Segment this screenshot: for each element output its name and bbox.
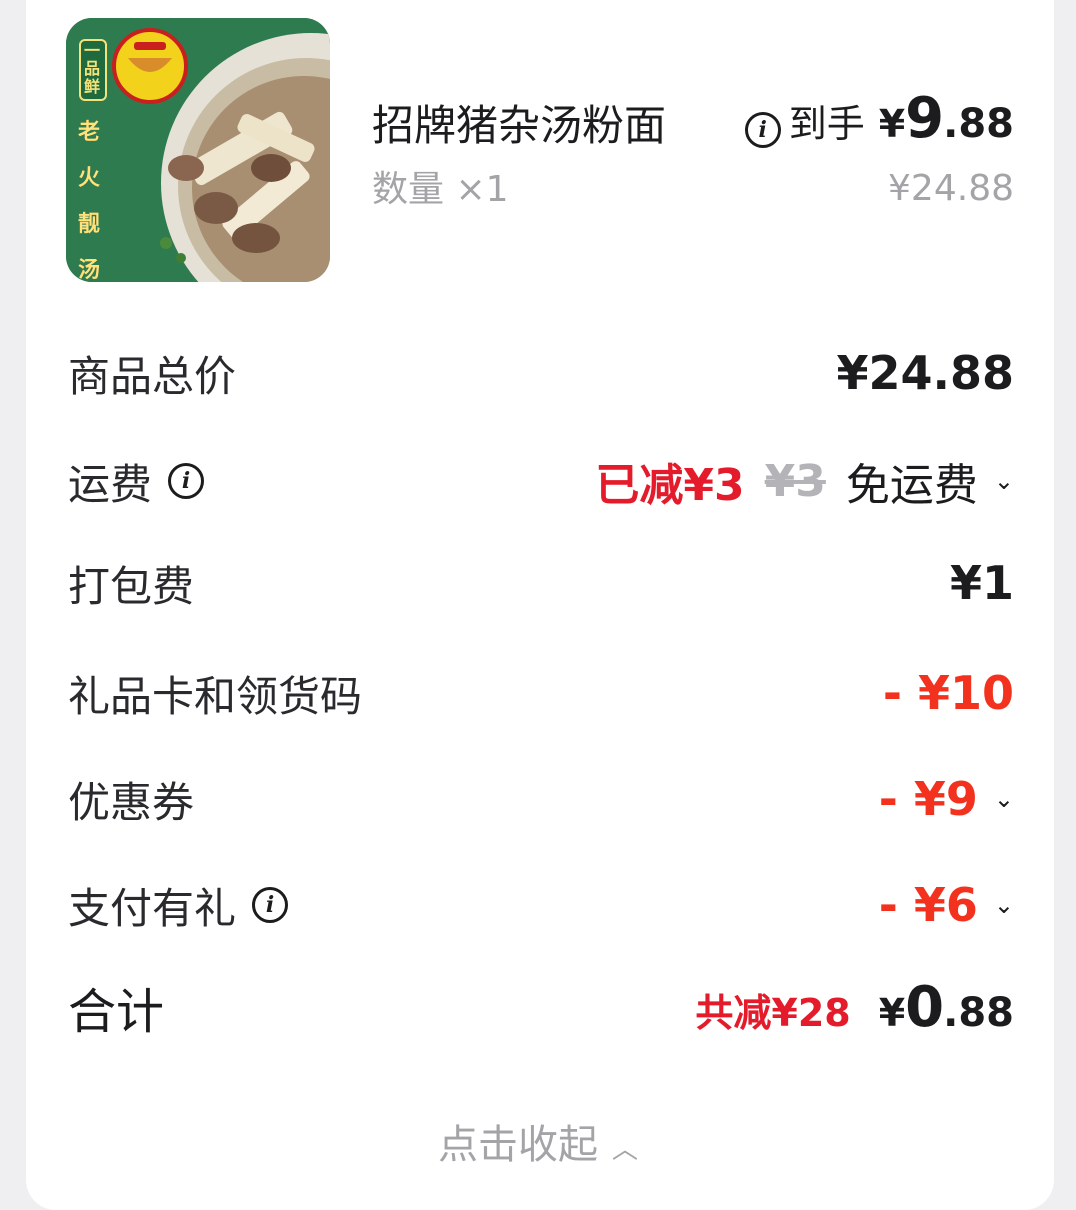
gift-card-value: - ¥10 [882,666,1014,720]
final-price: i 到手 ¥ 9 .88 [744,86,1014,151]
coupon-label: 优惠券 [68,777,195,827]
row-packing: 打包费 ¥1 [68,548,1014,618]
total-decimal: .88 [943,989,1014,1036]
total-integer: 0 [905,974,944,1040]
original-price: ¥24.88 [888,168,1014,209]
total-currency: ¥ [878,990,906,1035]
image-badge-top: 一品鲜 [84,41,101,96]
final-price-integer: 9 [905,86,944,151]
info-icon[interactable]: i [744,112,781,148]
pay-gift-info-icon[interactable]: i [252,887,289,923]
chevron-up-icon: ︿ [611,1134,638,1165]
total-saved: 共减¥28 [695,990,851,1035]
final-price-label: 到手 [788,102,865,146]
gift-card-label: 礼品卡和领货码 [68,671,363,721]
packing-value: ¥1 [949,556,1014,610]
image-badge-side: 老火靓汤 [78,120,101,282]
goods-total-label: 商品总价 [68,351,237,401]
packing-label: 打包费 [68,561,195,611]
shipping-value: 免运费 [845,460,978,511]
chevron-down-icon[interactable]: ⌄ [994,891,1014,919]
coupon-value: - ¥9 [878,772,978,826]
goods-total-value: ¥24.88 [836,346,1014,400]
row-total: 合计 共减¥28 ¥ 0 .88 [68,972,1014,1042]
chevron-down-icon[interactable]: ⌄ [994,785,1014,813]
row-coupon[interactable]: 优惠券 - ¥9 ⌄ [68,764,1014,834]
row-gift-card[interactable]: 礼品卡和领货码 - ¥10 [68,658,1014,728]
final-price-decimal: .88 [943,101,1014,147]
item-name: 招牌猪杂汤粉面 [372,101,667,150]
collapse-button[interactable]: 点击收起 ︿ [0,1112,1076,1170]
row-shipping[interactable]: 运费 i 已减¥3 ¥3 免运费 ⌄ [68,446,1014,516]
collapse-label: 点击收起 [437,1122,598,1168]
shipping-label: 运费 [68,459,153,509]
row-goods-total: 商品总价 ¥24.88 [68,338,1014,408]
final-price-currency: ¥ [878,102,906,146]
shipping-discount: 已减¥3 [595,460,745,511]
chevron-down-icon[interactable]: ⌄ [994,467,1014,495]
pay-gift-label: 支付有礼 [68,883,237,933]
shipping-info-icon[interactable]: i [168,463,205,499]
shipping-original: ¥3 [764,455,826,507]
row-pay-gift[interactable]: 支付有礼 i - ¥6 ⌄ [68,870,1014,940]
product-image[interactable]: 一品鲜 老火靓汤 [66,18,330,282]
total-label: 合计 [68,984,165,1040]
item-quantity: 数量 ×1 [372,169,509,210]
pay-gift-value: - ¥6 [878,878,978,932]
